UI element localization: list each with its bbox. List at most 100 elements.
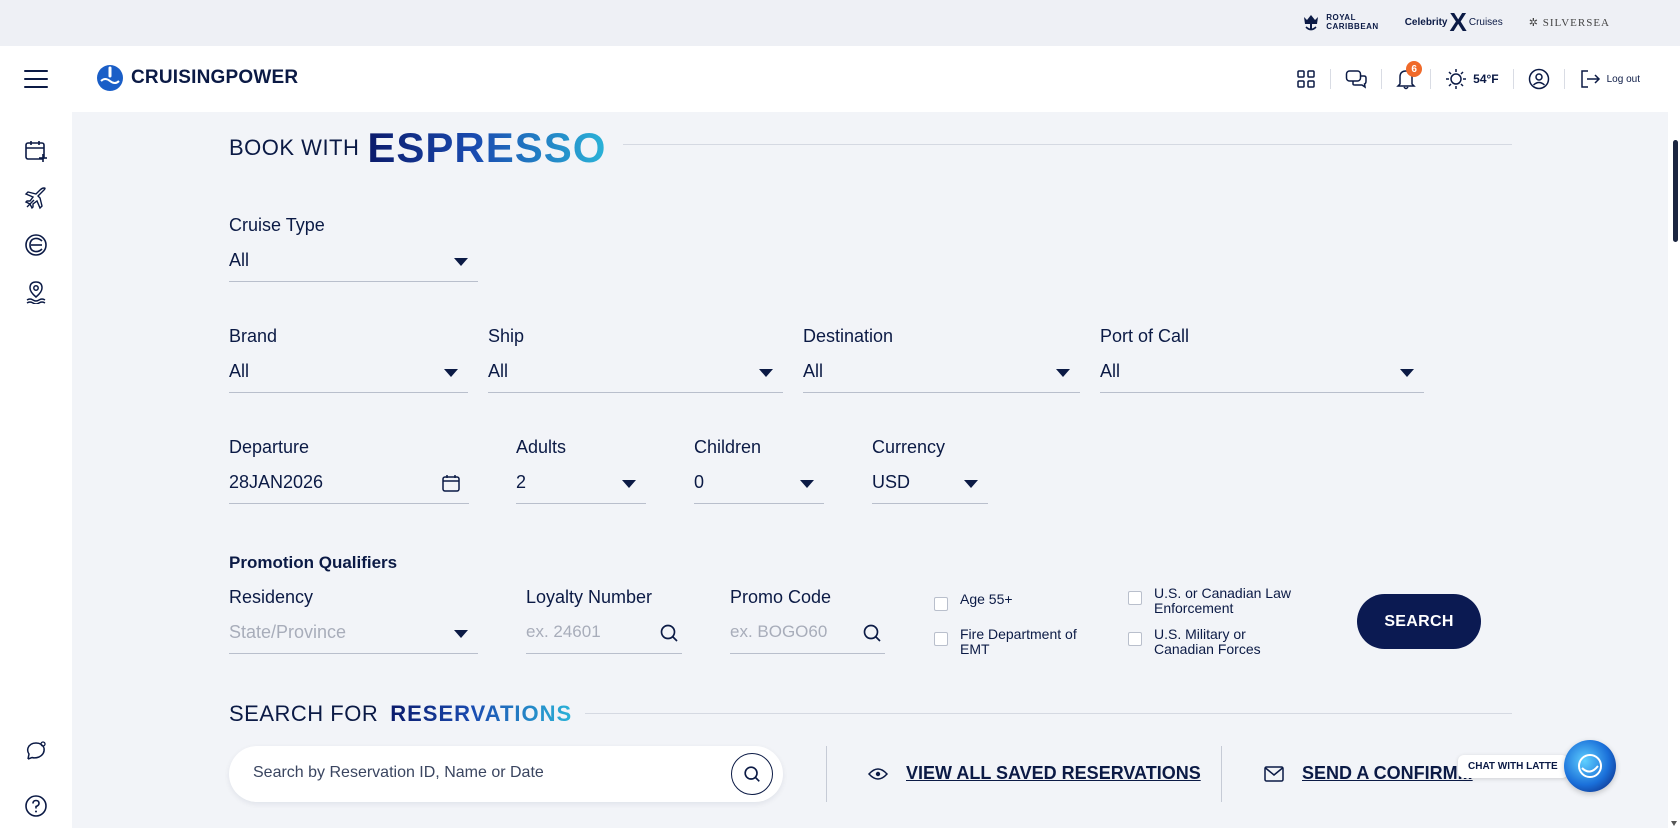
latte-orb-icon: [1563, 740, 1616, 792]
caret-down-icon: [800, 480, 814, 488]
reservation-search-box: [229, 746, 783, 802]
cruise-type-value: All: [229, 250, 250, 270]
main-header: CRUISINGPOWER 6 54°F Log out: [0, 46, 1680, 112]
scroll-down-arrow-icon[interactable]: [1671, 821, 1677, 826]
book-section-title: BOOK WITH ESPRESSO: [229, 124, 606, 172]
brand-value: All: [229, 361, 250, 381]
notifications-bell[interactable]: 6: [1396, 61, 1423, 93]
port-of-call-select[interactable]: All: [1100, 361, 1424, 393]
departure-field: Departure 28JAN2026: [229, 437, 469, 504]
destination-select[interactable]: All: [803, 361, 1080, 393]
port-of-call-value: All: [1100, 361, 1121, 381]
calendar-icon[interactable]: [441, 473, 461, 493]
reservation-search-button[interactable]: [731, 753, 773, 795]
royal-caribbean-logo[interactable]: ROYAL CARIBBEAN: [1302, 13, 1379, 31]
page-scrollbar[interactable]: [1668, 46, 1680, 828]
header-divider: [1330, 69, 1332, 89]
age55-label: Age 55+: [960, 591, 1013, 607]
header-divider: [1512, 69, 1514, 89]
departure-value: 28JAN2026: [229, 472, 324, 492]
chat-feedback-icon[interactable]: [22, 737, 50, 765]
promotion-qualifiers-title: Promotion Qualifiers: [229, 553, 398, 572]
calendar-plus-icon[interactable]: [22, 137, 50, 165]
envelope-icon: [1264, 765, 1284, 782]
user-circle-icon[interactable]: [1528, 65, 1550, 93]
logout-icon: [1580, 70, 1600, 88]
view-saved-reservations-link[interactable]: VIEW ALL SAVED RESERVATIONS: [868, 763, 1201, 784]
map-pin-water-icon[interactable]: [22, 278, 50, 306]
reservations-section-title: SEARCH FOR RESERVATIONS: [229, 701, 572, 727]
search-icon[interactable]: [658, 622, 680, 644]
port-of-call-label: Port of Call: [1100, 326, 1190, 346]
section-divider: [585, 713, 1512, 714]
port-of-call-field: Port of Call All: [1100, 326, 1424, 393]
residency-placeholder: State/Province: [229, 622, 347, 642]
checkbox-square[interactable]: [1128, 632, 1142, 646]
cruise-type-select[interactable]: All: [229, 250, 478, 282]
search-button[interactable]: SEARCH: [1357, 594, 1481, 649]
age55-checkbox[interactable]: Age 55+: [934, 592, 1013, 611]
logout-button[interactable]: Log out: [1579, 65, 1640, 93]
celebrity-cruises-logo[interactable]: Celebrity X Cruises: [1404, 7, 1503, 37]
cruise-type-label: Cruise Type: [229, 215, 325, 235]
celebrity-suffix: Cruises: [1468, 16, 1503, 28]
currency-select[interactable]: USD: [872, 472, 988, 504]
caret-down-icon: [759, 369, 773, 377]
fire-emt-checkbox[interactable]: Fire Department of EMT: [934, 627, 1104, 657]
currency-field: Currency USD: [872, 437, 988, 504]
apps-grid-icon[interactable]: [1296, 65, 1316, 93]
brand-logos: ROYAL CARIBBEAN Celebrity X Cruises ✲ SI…: [1302, 7, 1610, 37]
celebrity-x: X: [1449, 7, 1467, 37]
checkbox-square[interactable]: [934, 597, 948, 611]
loyalty-number-box: [526, 622, 682, 654]
search-icon[interactable]: [861, 622, 883, 644]
hamburger-menu-icon[interactable]: [24, 70, 48, 88]
residency-select[interactable]: State/Province: [229, 622, 478, 654]
ship-select[interactable]: All: [488, 361, 783, 393]
cruisingpower-logo[interactable]: CRUISINGPOWER: [95, 63, 298, 93]
brand-select[interactable]: All: [229, 361, 468, 393]
celebrity-prefix: Celebrity: [1404, 16, 1448, 28]
silversea-logo[interactable]: ✲ SILVERSEA: [1529, 16, 1610, 29]
power-wave-icon: [97, 65, 123, 91]
checkbox-square[interactable]: [1128, 591, 1142, 605]
departure-date-input[interactable]: 28JAN2026: [229, 472, 469, 504]
military-label: U.S. Military or Canadian Forces: [1154, 626, 1261, 657]
military-checkbox[interactable]: U.S. Military or Canadian Forces: [1128, 627, 1288, 657]
reservation-search-input[interactable]: [253, 764, 703, 782]
ship-label: Ship: [488, 326, 525, 346]
book-title-strong: ESPRESSO: [367, 124, 607, 171]
reservations-title-strong: RESERVATIONS: [390, 701, 573, 726]
children-field: Children 0: [694, 437, 824, 504]
caret-down-icon: [454, 630, 468, 638]
currency-label: Currency: [872, 437, 946, 457]
logout-label: Log out: [1606, 73, 1640, 85]
eye-icon: [868, 767, 888, 780]
airplane-icon[interactable]: [22, 184, 50, 212]
destination-field: Destination All: [803, 326, 1080, 393]
promo-code-label: Promo Code: [730, 587, 832, 607]
header-divider: [1381, 69, 1383, 89]
adults-select[interactable]: 2: [516, 472, 646, 504]
temperature: 54°F: [1473, 72, 1499, 86]
adults-value: 2: [516, 472, 527, 492]
children-select[interactable]: 0: [694, 472, 824, 504]
law-enforcement-checkbox[interactable]: U.S. or Canadian Law Enforcement: [1128, 586, 1318, 616]
destination-label: Destination: [803, 326, 894, 346]
chat-bubbles-icon[interactable]: [1345, 65, 1367, 93]
chat-with-latte-button[interactable]: CHAT WITH LATTE: [1458, 740, 1616, 792]
weather-widget[interactable]: 54°F: [1445, 65, 1499, 93]
promo-code-field: Promo Code: [730, 587, 885, 654]
send-confirmation-link[interactable]: SEND A CONFIRM...: [1264, 763, 1473, 784]
residency-field: Residency State/Province: [229, 587, 478, 654]
help-icon[interactable]: [22, 792, 50, 820]
loyalty-number-label: Loyalty Number: [526, 587, 653, 607]
checkbox-square[interactable]: [934, 632, 948, 646]
section-divider: [623, 144, 1512, 145]
scrollbar-thumb[interactable]: [1673, 140, 1678, 242]
children-value: 0: [694, 472, 705, 492]
celebrity-e-icon[interactable]: [22, 231, 50, 259]
chat-latte-label: CHAT WITH LATTE: [1458, 754, 1568, 778]
fire-emt-label: Fire Department of EMT: [960, 626, 1077, 657]
promo-code-box: [730, 622, 885, 654]
